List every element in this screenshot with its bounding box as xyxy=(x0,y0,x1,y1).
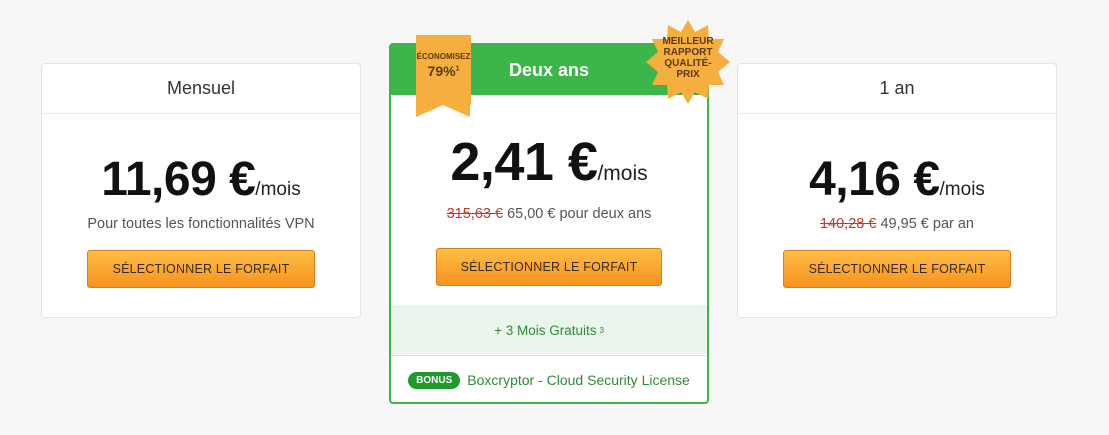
price-unit: /mois xyxy=(939,179,985,200)
free-months-promo: + 3 Mois Gratuits 3 xyxy=(391,306,707,354)
price-unit: /mois xyxy=(255,179,301,200)
plan-card-monthly: Mensuel 11,69 €/mois Pour toutes les fon… xyxy=(41,63,361,318)
price-amount: 2,41 € xyxy=(450,132,598,192)
billing-info: 140,28 € 49,95 € par an xyxy=(738,216,1056,232)
plan-price: 4,16 €/mois xyxy=(738,152,1056,207)
price-amount: 11,69 € xyxy=(101,153,256,206)
bonus-badge: BONUS xyxy=(408,371,461,389)
bonus-text: Boxcryptor - Cloud Security License xyxy=(467,372,690,388)
price-unit: /mois xyxy=(597,162,648,185)
plan-card-two-years: Deux ans ÉCONOMISEZ 79%1 MEILLEUR RAPPOR… xyxy=(389,20,730,404)
badge-text: MEILLEUR RAPPORT QUALITÉ- PRIX xyxy=(662,36,714,80)
plan-description: Pour toutes les fonctionnalités VPN xyxy=(87,216,315,232)
plan-card-one-year: 1 an 4,16 €/mois 140,28 € 49,95 € par an… xyxy=(737,63,1057,318)
ribbon-label: ÉCONOMISEZ xyxy=(416,52,471,61)
plan-price: 11,69 €/mois xyxy=(42,152,360,207)
best-value-badge: MEILLEUR RAPPORT QUALITÉ- PRIX xyxy=(646,20,730,104)
select-plan-button[interactable]: SÉLECTIONNER LE FORFAIT xyxy=(87,250,315,288)
plan-price: 2,41 €/mois xyxy=(391,131,707,193)
select-plan-button[interactable]: SÉLECTIONNER LE FORFAIT xyxy=(783,250,1011,288)
bonus-row: BONUS Boxcryptor - Cloud Security Licens… xyxy=(391,355,707,404)
billing-text: 65,00 € pour deux ans xyxy=(507,206,652,222)
billing-info: 315,63 € 65,00 € pour deux ans xyxy=(391,206,707,222)
plan-title: 1 an xyxy=(738,64,1056,114)
savings-ribbon: ÉCONOMISEZ 79%1 xyxy=(416,35,471,117)
billing-text: 49,95 € par an xyxy=(880,216,974,232)
old-price: 140,28 € xyxy=(819,216,877,232)
ribbon-value: 79%1 xyxy=(427,63,460,79)
old-price: 315,63 € xyxy=(446,206,504,222)
select-plan-button[interactable]: SÉLECTIONNER LE FORFAIT xyxy=(436,248,662,286)
plan-title: Mensuel xyxy=(42,64,360,114)
price-amount: 4,16 € xyxy=(809,153,940,206)
